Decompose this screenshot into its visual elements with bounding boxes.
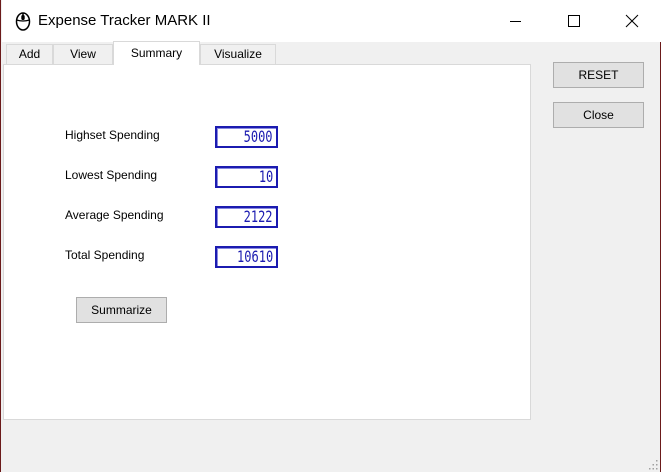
title-bar[interactable]: Expense Tracker MARK II [2,0,661,42]
average-spending-display: 2122 [215,206,278,228]
close-window-button[interactable] [603,0,661,42]
average-spending-label: Average Spending [65,208,164,222]
close-button[interactable]: Close [553,102,644,128]
lowest-spending-label: Lowest Spending [65,168,158,182]
tab-summary[interactable]: Summary [113,41,200,65]
window-title: Expense Tracker MARK II [38,12,211,29]
app-window: Expense Tracker MARK II Add View Summary… [0,0,661,472]
reset-button[interactable]: RESET [553,62,644,88]
summary-panel: Highset Spending 5000 Lowest Spending 10… [3,64,531,420]
lowest-spending-display: 10 [215,166,278,188]
minimize-button[interactable] [487,0,545,42]
total-spending-display: 10610 [215,246,278,268]
mouse-icon [14,11,32,31]
highest-spending-label: Highset Spending [65,128,160,142]
highest-spending-display: 5000 [215,126,278,148]
tab-add[interactable]: Add [6,44,53,64]
highest-spending-value: 5000 [244,127,273,146]
lowest-spending-value: 10 [258,167,273,186]
average-spending-value: 2122 [244,207,273,226]
maximize-button[interactable] [545,0,603,42]
close-icon [625,14,639,28]
tab-visualize[interactable]: Visualize [200,44,276,64]
tab-view[interactable]: View [53,44,113,64]
summarize-button[interactable]: Summarize [76,297,167,323]
maximize-icon [568,15,580,27]
minimize-icon [510,21,521,22]
total-spending-value: 10610 [236,247,273,266]
total-spending-label: Total Spending [65,248,145,262]
resize-grip-icon[interactable] [648,460,658,470]
